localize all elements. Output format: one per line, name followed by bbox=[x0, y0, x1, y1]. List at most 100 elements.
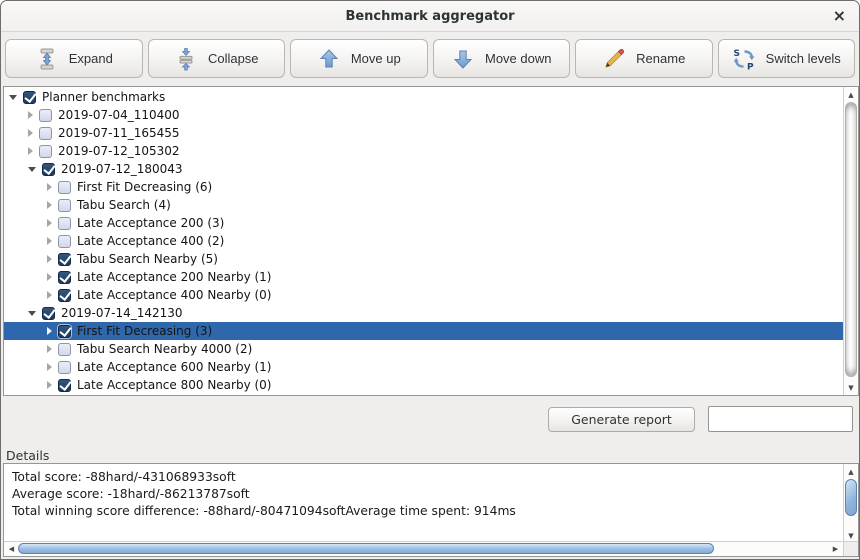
tree-row[interactable]: 2019-07-12_105302 bbox=[4, 142, 843, 160]
generate-report-button[interactable]: Generate report bbox=[548, 407, 695, 432]
details-horizontal-scrollbar[interactable]: ◀ ▶ bbox=[4, 541, 843, 556]
tree-checkbox[interactable] bbox=[58, 325, 71, 338]
collapse-arrow-icon[interactable] bbox=[28, 311, 36, 316]
tree-row-label: Late Acceptance 800 Nearby (0) bbox=[77, 378, 272, 392]
tree-checkbox[interactable] bbox=[42, 163, 55, 176]
tree-checkbox[interactable] bbox=[58, 217, 71, 230]
tree-row[interactable]: 2019-07-12_180043 bbox=[4, 160, 843, 178]
tree-checkbox[interactable] bbox=[39, 109, 52, 122]
details-hscroll-thumb[interactable] bbox=[18, 543, 714, 554]
tree-row-label: 2019-07-12_180043 bbox=[61, 162, 183, 176]
expand-arrow-icon[interactable] bbox=[47, 381, 52, 389]
scroll-right-icon[interactable]: ▶ bbox=[829, 542, 842, 556]
toolbar: Expand Collapse Move up bbox=[1, 32, 859, 85]
tree-checkbox[interactable] bbox=[23, 91, 36, 104]
expand-arrow-icon[interactable] bbox=[47, 327, 52, 335]
switch-levels-button-label: Switch levels bbox=[766, 51, 841, 66]
benchmark-tree: Planner benchmarks2019-07-04_1104002019-… bbox=[4, 88, 843, 394]
tree-checkbox[interactable] bbox=[58, 343, 71, 356]
tree-row-label: First Fit Decreasing (3) bbox=[77, 324, 212, 338]
tree-row-label: Late Acceptance 600 Nearby (1) bbox=[77, 360, 272, 374]
expand-arrow-icon[interactable] bbox=[47, 345, 52, 353]
tree-checkbox[interactable] bbox=[39, 145, 52, 158]
tree-checkbox[interactable] bbox=[39, 127, 52, 140]
tree-row-label: Late Acceptance 200 (3) bbox=[77, 216, 224, 230]
tree-checkbox[interactable] bbox=[58, 361, 71, 374]
details-text[interactable]: Total score: -88hard/-431068933soft Aver… bbox=[4, 464, 843, 541]
expand-button[interactable]: Expand bbox=[5, 39, 143, 78]
move-up-button-label: Move up bbox=[351, 51, 401, 66]
tree-row[interactable]: Planner benchmarks bbox=[4, 88, 843, 106]
scroll-up-icon[interactable]: ▲ bbox=[844, 88, 858, 101]
tree-checkbox[interactable] bbox=[58, 199, 71, 212]
collapse-button[interactable]: Collapse bbox=[148, 39, 286, 78]
tree-row-label: Tabu Search Nearby 4000 (2) bbox=[77, 342, 252, 356]
expand-button-label: Expand bbox=[69, 51, 113, 66]
tree-row[interactable]: 2019-07-11_165455 bbox=[4, 124, 843, 142]
rename-button[interactable]: Rename bbox=[575, 39, 713, 78]
expand-arrow-icon[interactable] bbox=[47, 255, 52, 263]
expand-arrow-icon[interactable] bbox=[47, 273, 52, 281]
collapse-arrow-icon[interactable] bbox=[9, 95, 17, 100]
svg-text:P: P bbox=[747, 62, 754, 71]
details-vertical-scrollbar[interactable]: ▲ ▼ bbox=[843, 464, 858, 543]
tree-checkbox[interactable] bbox=[58, 271, 71, 284]
tree-row[interactable]: Late Acceptance 600 Nearby (1) bbox=[4, 358, 843, 376]
tree-checkbox[interactable] bbox=[58, 289, 71, 302]
move-down-icon bbox=[451, 47, 475, 71]
move-up-button[interactable]: Move up bbox=[290, 39, 428, 78]
tree-checkbox[interactable] bbox=[42, 307, 55, 320]
benchmark-tree-panel: Planner benchmarks2019-07-04_1104002019-… bbox=[3, 86, 859, 396]
details-panel: Total score: -88hard/-431068933soft Aver… bbox=[3, 463, 859, 557]
tree-row[interactable]: Late Acceptance 400 Nearby (0) bbox=[4, 286, 843, 304]
tree-row-label: Planner benchmarks bbox=[42, 90, 165, 104]
tree-row[interactable]: 2019-07-14_142130 bbox=[4, 304, 843, 322]
expand-arrow-icon[interactable] bbox=[47, 219, 52, 227]
expand-arrow-icon[interactable] bbox=[47, 291, 52, 299]
benchmark-aggregator-window: Benchmark aggregator × Expand Collapse bbox=[0, 0, 860, 560]
tree-row-label: Tabu Search Nearby (5) bbox=[77, 252, 218, 266]
scroll-down-icon[interactable]: ▼ bbox=[844, 381, 858, 394]
switch-levels-button[interactable]: S P Switch levels bbox=[718, 39, 856, 78]
expand-arrow-icon[interactable] bbox=[28, 129, 33, 137]
tree-checkbox[interactable] bbox=[58, 235, 71, 248]
expand-arrow-icon[interactable] bbox=[47, 201, 52, 209]
tree-row[interactable]: Late Acceptance 800 Nearby (0) bbox=[4, 376, 843, 394]
tree-row-label: Tabu Search (4) bbox=[77, 198, 171, 212]
report-name-input[interactable] bbox=[708, 406, 853, 432]
tree-row[interactable]: 2019-07-04_110400 bbox=[4, 106, 843, 124]
collapse-arrow-icon[interactable] bbox=[28, 167, 36, 172]
scroll-up-icon[interactable]: ▲ bbox=[844, 465, 858, 478]
window-title: Benchmark aggregator bbox=[345, 9, 514, 24]
tree-row[interactable]: Late Acceptance 200 (3) bbox=[4, 214, 843, 232]
scroll-left-icon[interactable]: ◀ bbox=[5, 542, 18, 556]
expand-arrow-icon[interactable] bbox=[28, 147, 33, 155]
expand-arrow-icon[interactable] bbox=[47, 237, 52, 245]
tree-checkbox[interactable] bbox=[58, 253, 71, 266]
svg-text:S: S bbox=[733, 49, 739, 59]
details-vscroll-thumb[interactable] bbox=[845, 479, 857, 516]
expand-arrow-icon[interactable] bbox=[28, 111, 33, 119]
move-down-button[interactable]: Move down bbox=[433, 39, 571, 78]
tree-scrollbar-thumb[interactable] bbox=[845, 102, 857, 377]
tree-vertical-scrollbar[interactable]: ▲ ▼ bbox=[843, 87, 858, 395]
tree-row[interactable]: Late Acceptance 400 (2) bbox=[4, 232, 843, 250]
tree-row-label: Late Acceptance 400 Nearby (0) bbox=[77, 288, 272, 302]
tree-row[interactable]: First Fit Decreasing (6) bbox=[4, 178, 843, 196]
tree-row[interactable]: First Fit Decreasing (3) bbox=[4, 322, 858, 340]
title-bar[interactable]: Benchmark aggregator × bbox=[1, 1, 859, 32]
close-icon[interactable]: × bbox=[833, 8, 846, 24]
rename-icon bbox=[602, 47, 626, 71]
tree-row[interactable]: Tabu Search Nearby 4000 (2) bbox=[4, 340, 843, 358]
tree-checkbox[interactable] bbox=[58, 379, 71, 392]
switch-levels-icon: S P bbox=[732, 47, 756, 71]
expand-arrow-icon[interactable] bbox=[47, 363, 52, 371]
scrollbar-corner bbox=[843, 541, 858, 556]
expand-arrow-icon[interactable] bbox=[47, 183, 52, 191]
expand-icon bbox=[35, 47, 59, 71]
tree-row[interactable]: Tabu Search Nearby (5) bbox=[4, 250, 843, 268]
tree-row-label: Late Acceptance 200 Nearby (1) bbox=[77, 270, 272, 284]
tree-checkbox[interactable] bbox=[58, 181, 71, 194]
tree-row[interactable]: Tabu Search (4) bbox=[4, 196, 843, 214]
tree-row[interactable]: Late Acceptance 200 Nearby (1) bbox=[4, 268, 843, 286]
